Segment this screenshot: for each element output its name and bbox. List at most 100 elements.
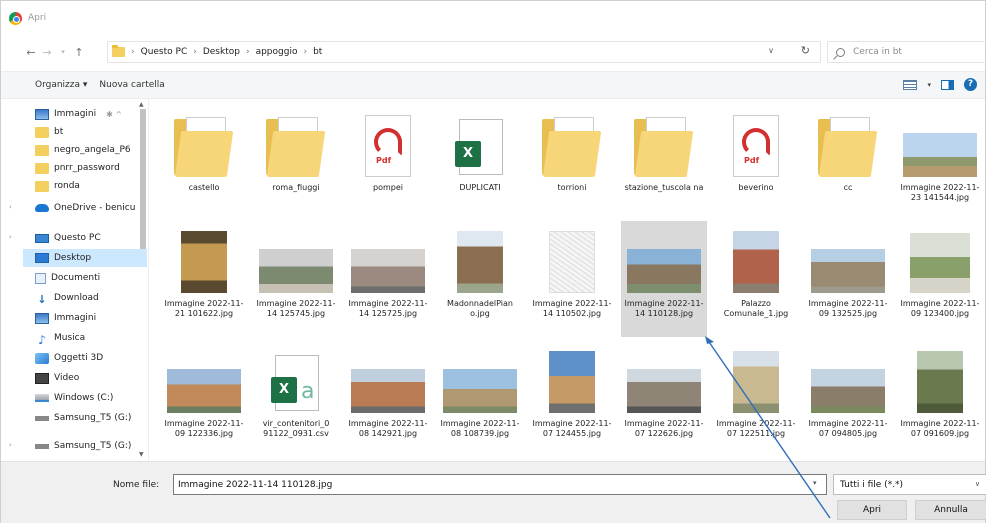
folder-icon bbox=[174, 117, 234, 177]
sidebar-item-immagini[interactable]: Immagini bbox=[35, 309, 147, 327]
file-item[interactable]: Immagine 2022-11-07 091609.jpg bbox=[897, 341, 983, 457]
help-icon[interactable]: ? bbox=[964, 78, 977, 91]
sidebar-item-documenti[interactable]: Documenti bbox=[35, 269, 147, 287]
chevron-right-icon[interactable]: › bbox=[246, 47, 250, 57]
file-item[interactable]: MadonnadelPian o.jpg bbox=[437, 221, 523, 337]
image-thumbnail bbox=[457, 231, 503, 293]
file-item[interactable]: Immagine 2022-11-07 122626.jpg bbox=[621, 341, 707, 457]
file-name: Immagine 2022-11-07 091609.jpg bbox=[900, 419, 980, 438]
image-thumbnail bbox=[627, 369, 701, 413]
file-item[interactable]: Immagine 2022-11-14 125745.jpg bbox=[253, 221, 339, 337]
sidebar-item-pnrr-password[interactable]: pnrr_password bbox=[35, 159, 147, 177]
file-item[interactable]: Immagine 2022-11-14 110128.jpg bbox=[621, 221, 707, 337]
folder-icon bbox=[35, 180, 49, 192]
breadcrumb-questo-pc[interactable]: Questo PC bbox=[141, 47, 188, 57]
sidebar-item-bt[interactable]: bt bbox=[35, 123, 147, 141]
file-item[interactable]: Xa vir_contenitori_0 91122_0931.csv bbox=[253, 341, 339, 457]
sidebar-item-download[interactable]: ↓ Download bbox=[35, 289, 147, 307]
recent-dropdown-icon[interactable]: ▾ bbox=[55, 48, 71, 56]
breadcrumb-desktop[interactable]: Desktop bbox=[203, 47, 240, 57]
filename-input[interactable] bbox=[173, 474, 827, 495]
chevron-right-icon[interactable]: › bbox=[131, 47, 135, 57]
sidebar-item-musica[interactable]: ♪ Musica bbox=[35, 329, 147, 347]
sidebar-item-label: bt bbox=[54, 127, 64, 137]
file-item[interactable]: Immagine 2022-11-07 122511.jpg bbox=[713, 341, 799, 457]
onedrive-icon bbox=[35, 204, 49, 212]
sidebar-item-immagini[interactable]: Immagini ✱ ^ bbox=[35, 105, 147, 123]
file-item[interactable]: Pdf pompei bbox=[345, 105, 431, 221]
folder-icon bbox=[35, 126, 49, 138]
sidebar-item-questo-pc[interactable]: Questo PC bbox=[35, 229, 147, 247]
expand-chevron-icon[interactable]: › bbox=[9, 441, 12, 449]
dialog-footer: Nome file: ▾ Tutti i file (*.*) ∨ Apri A… bbox=[1, 461, 986, 523]
file-item[interactable]: Immagine 2022-11-14 125725.jpg bbox=[345, 221, 431, 337]
file-item[interactable]: cc bbox=[805, 105, 891, 221]
file-item[interactable]: Immagine 2022-11-07 094805.jpg bbox=[805, 341, 891, 457]
sidebar-item-video[interactable]: Video bbox=[35, 369, 147, 387]
cancel-button[interactable]: Annulla bbox=[915, 500, 986, 520]
search-input[interactable]: Cerca in bt bbox=[827, 41, 986, 63]
file-name: pompei bbox=[373, 183, 403, 192]
image-thumbnail bbox=[733, 231, 779, 293]
file-item[interactable]: Immagine 2022-11-08 108739.jpg bbox=[437, 341, 523, 457]
expand-chevron-icon[interactable]: › bbox=[9, 203, 12, 211]
file-item[interactable]: Immagine 2022-11-14 110502.jpg bbox=[529, 221, 615, 337]
sidebar-item-negro-angela-p6[interactable]: negro_angela_P6 bbox=[35, 141, 147, 159]
file-item[interactable]: castello bbox=[161, 105, 247, 221]
csv-file-icon: Xa bbox=[271, 351, 321, 413]
file-item[interactable]: Immagine 2022-11-07 124455.jpg bbox=[529, 341, 615, 457]
file-item[interactable]: torrioni bbox=[529, 105, 615, 221]
sidebar-item-label: Immagini bbox=[54, 313, 97, 323]
sidebar-item-samsung-t5-g[interactable]: Samsung_T5 (G:) bbox=[35, 437, 147, 455]
file-name: Immagine 2022-11-09 123400.jpg bbox=[900, 299, 980, 318]
sidebar-item-ronda[interactable]: ronda bbox=[35, 177, 147, 195]
pdf-file-icon: Pdf bbox=[733, 115, 779, 177]
file-item[interactable]: stazione_tuscola na bbox=[621, 105, 707, 221]
image-thumbnail bbox=[181, 231, 227, 293]
address-bar[interactable]: › Questo PC › Desktop › appoggio › bt ∨ … bbox=[107, 41, 821, 63]
sidebar-item-oggetti-3d[interactable]: Oggetti 3D bbox=[35, 349, 147, 367]
preview-pane-icon[interactable] bbox=[941, 79, 954, 90]
image-thumbnail bbox=[811, 249, 885, 293]
sidebar-item-label: Oggetti 3D bbox=[54, 353, 104, 363]
filetype-select[interactable]: Tutti i file (*.*) ∨ bbox=[833, 474, 986, 495]
forward-arrow-icon[interactable]: → bbox=[39, 46, 55, 59]
back-arrow-icon[interactable]: ← bbox=[23, 46, 39, 59]
file-item[interactable]: Immagine 2022-11-21 101622.jpg bbox=[161, 221, 247, 337]
new-folder-button[interactable]: Nuova cartella bbox=[99, 80, 164, 90]
open-button[interactable]: Apri bbox=[837, 500, 907, 520]
image-thumbnail bbox=[733, 351, 779, 413]
file-item[interactable]: Immagine 2022-11-08 142921.jpg bbox=[345, 341, 431, 457]
sidebar-item-windows-c[interactable]: Windows (C:) bbox=[35, 389, 147, 407]
chevron-right-icon[interactable]: › bbox=[193, 47, 197, 57]
view-dropdown-icon[interactable]: ▾ bbox=[927, 81, 931, 89]
file-item[interactable]: roma_fiuggi bbox=[253, 105, 339, 221]
file-item[interactable]: X DUPLICATI bbox=[437, 105, 523, 221]
up-arrow-icon[interactable]: ↑ bbox=[71, 46, 87, 59]
sidebar-item-label: negro_angela_P6 bbox=[54, 145, 131, 155]
organize-menu[interactable]: Organizza ▾ bbox=[35, 80, 87, 90]
sidebar-item-desktop[interactable]: Desktop bbox=[23, 249, 147, 267]
pin-icon[interactable]: ✱ ^ bbox=[106, 110, 122, 119]
sidebar-item-onedrive-benicu[interactable]: OneDrive - benicu bbox=[35, 199, 147, 217]
breadcrumb-bt[interactable]: bt bbox=[313, 47, 322, 57]
file-item[interactable]: Immagine 2022-11-09 132525.jpg bbox=[805, 221, 891, 337]
chevron-right-icon[interactable]: › bbox=[303, 47, 307, 57]
filename-dropdown-icon[interactable]: ▾ bbox=[813, 479, 817, 487]
address-dropdown-icon[interactable]: ∨ bbox=[768, 46, 774, 55]
file-item[interactable]: Immagine 2022-11-23 141544.jpg bbox=[897, 105, 983, 221]
refresh-icon[interactable]: ↻ bbox=[801, 44, 810, 57]
sidebar-item-samsung-t5-g[interactable]: Samsung_T5 (G:) bbox=[35, 409, 147, 427]
sidebar-item-label: Musica bbox=[54, 333, 86, 343]
sidebar-item-label: Immagini bbox=[54, 109, 97, 119]
file-item[interactable]: Pdf beverino bbox=[713, 105, 799, 221]
expand-chevron-icon[interactable]: › bbox=[9, 233, 12, 241]
file-item[interactable]: Immagine 2022-11-09 123400.jpg bbox=[897, 221, 983, 337]
folder-icon bbox=[542, 117, 602, 177]
file-item[interactable]: Palazzo Comunale_1.jpg bbox=[713, 221, 799, 337]
file-name: cc bbox=[843, 183, 853, 192]
breadcrumb-appoggio[interactable]: appoggio bbox=[256, 47, 298, 57]
image-thumbnail bbox=[351, 369, 425, 413]
file-item[interactable]: Immagine 2022-11-09 122336.jpg bbox=[161, 341, 247, 457]
view-options-icon[interactable] bbox=[903, 79, 918, 90]
